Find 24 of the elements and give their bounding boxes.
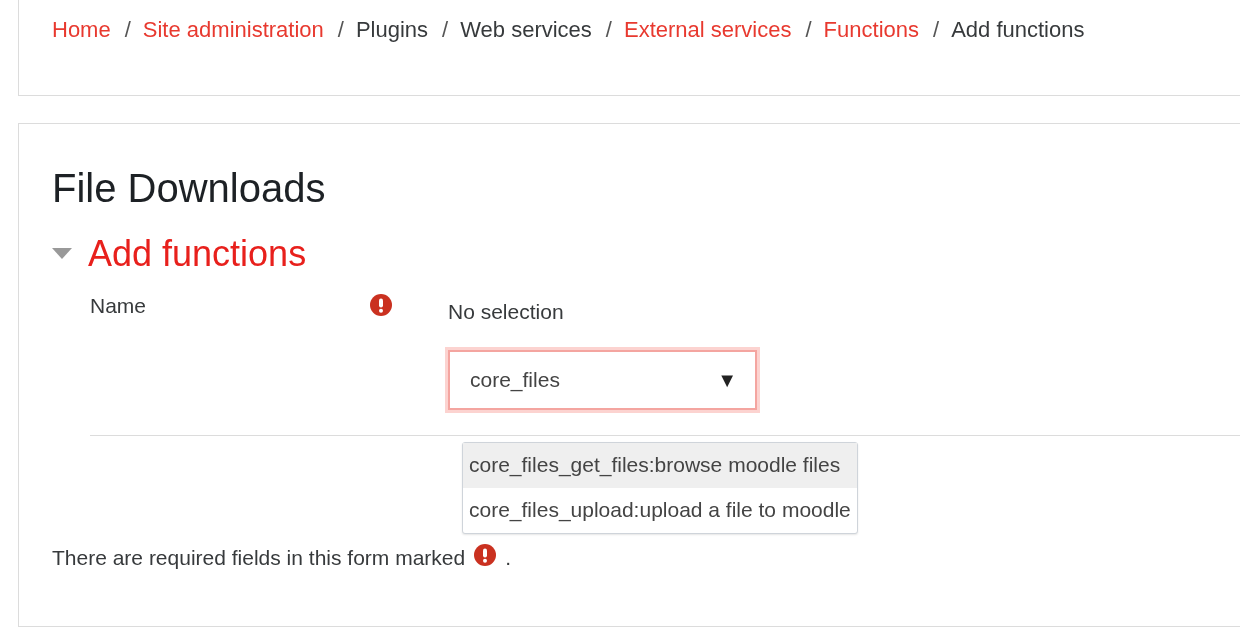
breadcrumb-separator: /: [336, 17, 345, 43]
breadcrumb-text: Plugins: [355, 17, 430, 43]
breadcrumb-separator: /: [804, 17, 813, 43]
autocomplete-select[interactable]: core_files ▼: [448, 350, 757, 410]
collapse-triangle-icon[interactable]: [52, 248, 72, 260]
selection-text: No selection: [448, 300, 564, 324]
section-heading[interactable]: Add functions: [88, 232, 307, 276]
note-period: .: [505, 545, 511, 570]
required-icon: [474, 544, 497, 566]
breadcrumb-separator: /: [604, 17, 613, 43]
breadcrumb-separator: /: [932, 17, 941, 43]
breadcrumb-link[interactable]: Site administration: [142, 17, 330, 43]
breadcrumb-link[interactable]: External services: [623, 17, 798, 43]
breadcrumb-text: Add functions: [951, 17, 1086, 43]
breadcrumb-separator: /: [441, 17, 450, 43]
breadcrumb-link[interactable]: Home: [52, 17, 117, 43]
breadcrumb-separator: /: [123, 17, 132, 43]
suggestion-option[interactable]: core_files_upload:upload a file to moodle: [463, 488, 857, 533]
field-label: Name: [90, 293, 148, 318]
breadcrumb-text: Web services: [460, 17, 593, 43]
required-note: There are required fields in this form marked: [52, 545, 466, 570]
suggestion-option[interactable]: core_files_get_files:browse moodle files: [463, 443, 857, 488]
page-title: File Downloads: [52, 165, 327, 212]
breadcrumb-link[interactable]: Functions: [823, 17, 925, 43]
